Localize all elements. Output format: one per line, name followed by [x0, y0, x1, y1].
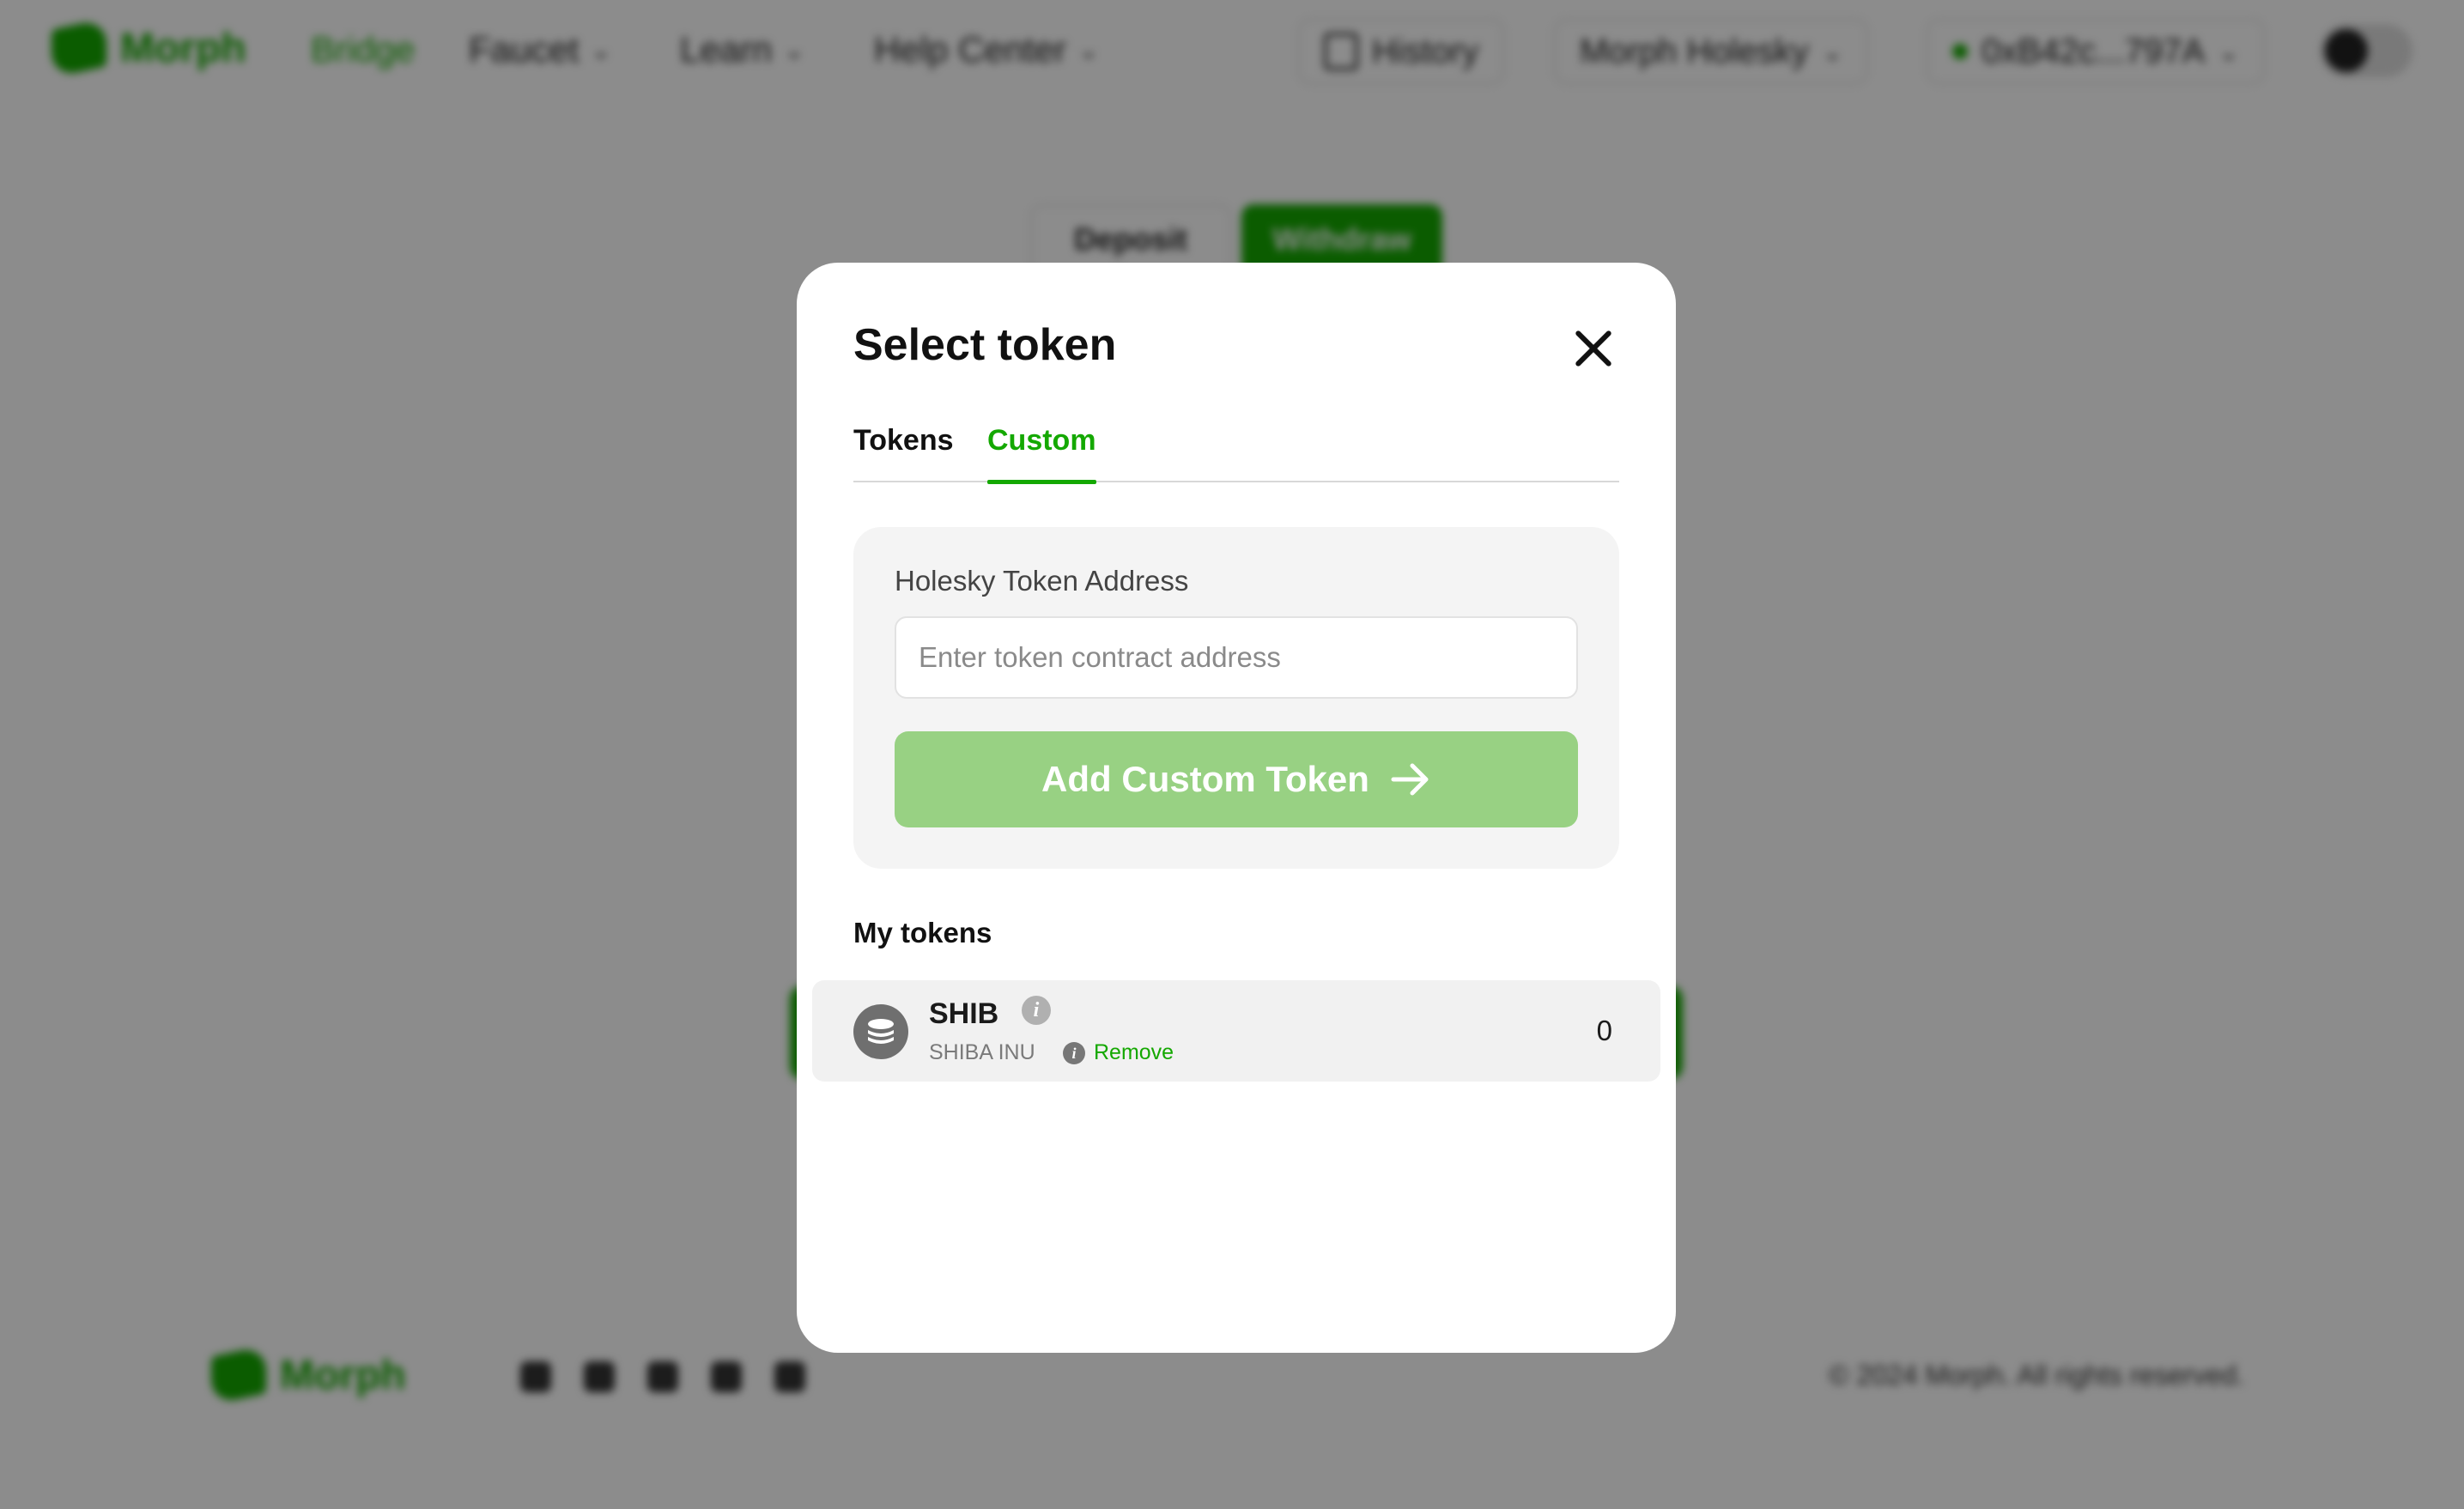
- token-address-label: Holesky Token Address: [895, 565, 1189, 597]
- my-tokens-title: My tokens: [853, 917, 992, 948]
- coin-stack-icon: [853, 1004, 908, 1059]
- info-icon[interactable]: i: [1022, 996, 1051, 1025]
- token-name: SHIBA INU: [929, 1040, 1035, 1064]
- token-address-input[interactable]: [895, 616, 1578, 699]
- tab-custom[interactable]: Custom: [987, 424, 1096, 484]
- select-token-modal: Select token Tokens Custom Holesky Token…: [797, 263, 1676, 1353]
- token-symbol: SHIB: [929, 997, 999, 1030]
- remove-token-link[interactable]: Remove: [1094, 1040, 1174, 1065]
- info-icon[interactable]: i: [1063, 1042, 1085, 1064]
- arrow-right-icon: [1391, 763, 1429, 796]
- custom-token-panel: Holesky Token Address Add Custom Token: [853, 527, 1619, 869]
- close-icon[interactable]: [1568, 323, 1619, 374]
- tab-tokens[interactable]: Tokens: [853, 424, 954, 482]
- modal-title: Select token: [853, 320, 1117, 370]
- token-tabs: Tokens Custom: [853, 424, 1619, 484]
- add-custom-token-button[interactable]: Add Custom Token: [895, 731, 1578, 827]
- add-custom-token-label: Add Custom Token: [1041, 759, 1369, 799]
- token-balance: 0: [1596, 1015, 1612, 1046]
- token-row[interactable]: SHIB i SHIBA INU i Remove 0: [812, 980, 1660, 1082]
